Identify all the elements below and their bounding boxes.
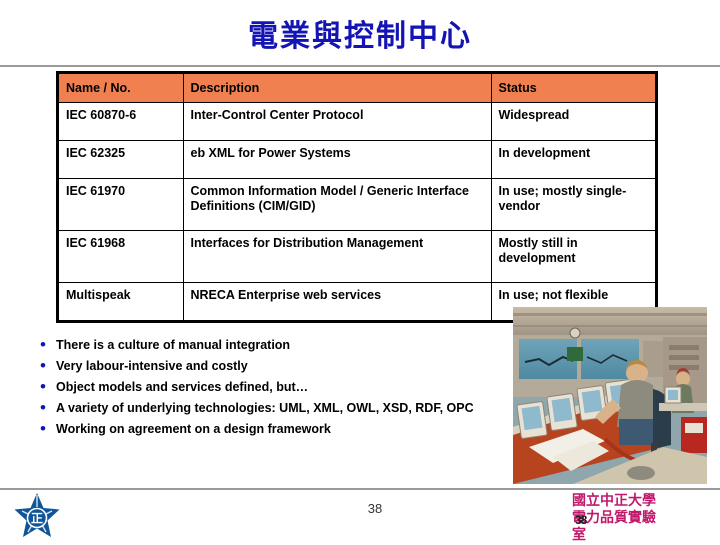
cell-name: IEC 61968: [57, 230, 184, 283]
list-item-label: Object models and services defined, but…: [56, 380, 309, 394]
plum-blossom-star-icon: 正: [14, 493, 60, 537]
list-item: • Working on agreement on a design frame…: [38, 420, 508, 437]
column-header-name: Name / No.: [57, 72, 184, 103]
cell-status: Mostly still in development: [490, 230, 657, 283]
footer-organization: 國立中正大學 38 電力品質實驗 室: [572, 492, 720, 543]
page-title: 電業與控制中心: [248, 20, 472, 53]
cell-description: Interfaces for Distribution Management: [182, 230, 492, 283]
bullet-list: • There is a culture of manual integrati…: [38, 336, 508, 441]
list-item: • There is a culture of manual integrati…: [38, 336, 508, 353]
list-item-label: There is a culture of manual integration: [56, 338, 291, 352]
list-item: • Very labour-intensive and costly: [38, 357, 508, 374]
cell-name: IEC 62325: [57, 140, 184, 179]
cell-description: NRECA Enterprise web services: [182, 282, 492, 322]
column-header-description: Description: [182, 72, 492, 103]
header-divider: [0, 65, 720, 67]
cell-description: Common Information Model / Generic Inter…: [182, 178, 492, 231]
cell-name: IEC 60870-6: [57, 102, 184, 141]
footer-divider: [0, 488, 720, 490]
control-room-photo: [513, 307, 707, 484]
bullet-dot-icon: •: [40, 335, 46, 354]
bullet-dot-icon: •: [40, 419, 46, 438]
university-logo: 正: [12, 492, 62, 540]
table-row: IEC 60870-6 Inter-Control Center Protoco…: [57, 102, 657, 141]
standards-table: Name / No. Description Status IEC 60870-…: [56, 71, 658, 323]
logo-character: 正: [31, 512, 43, 526]
footer-org-line-2: 38 電力品質實驗: [572, 509, 720, 527]
footer-overlay-page-number: 38: [575, 513, 587, 527]
cell-name: IEC 61970: [57, 178, 184, 231]
cell-description: Inter-Control Center Protocol: [182, 102, 492, 141]
list-item: • A variety of underlying technologies: …: [38, 399, 508, 416]
page-number: 38: [367, 501, 383, 516]
list-item-label: A variety of underlying technologies: UM…: [56, 401, 474, 415]
cell-status: Widespread: [490, 102, 657, 141]
footer-org-line-3: 室: [572, 526, 586, 542]
list-item-label: Very labour-intensive and costly: [56, 359, 248, 373]
bullet-dot-icon: •: [40, 377, 46, 396]
cell-description: eb XML for Power Systems: [182, 140, 492, 179]
column-header-status: Status: [490, 72, 657, 103]
cell-status: In use; mostly single-vendor: [490, 178, 657, 231]
list-item-label: Working on agreement on a design framewo…: [56, 422, 331, 436]
cell-name: Multispeak: [57, 282, 184, 322]
table-header-row: Name / No. Description Status: [57, 72, 657, 103]
bullet-dot-icon: •: [40, 398, 46, 417]
cell-status: In development: [490, 140, 657, 179]
bullet-dot-icon: •: [40, 356, 46, 375]
table-row: IEC 61968 Interfaces for Distribution Ma…: [57, 230, 657, 283]
table-row: IEC 61970 Common Information Model / Gen…: [57, 178, 657, 231]
table-row: IEC 62325 eb XML for Power Systems In de…: [57, 140, 657, 179]
footer-org-line-1: 國立中正大學: [572, 492, 656, 508]
control-room-illustration: [513, 307, 707, 484]
list-item: • Object models and services defined, bu…: [38, 378, 508, 395]
